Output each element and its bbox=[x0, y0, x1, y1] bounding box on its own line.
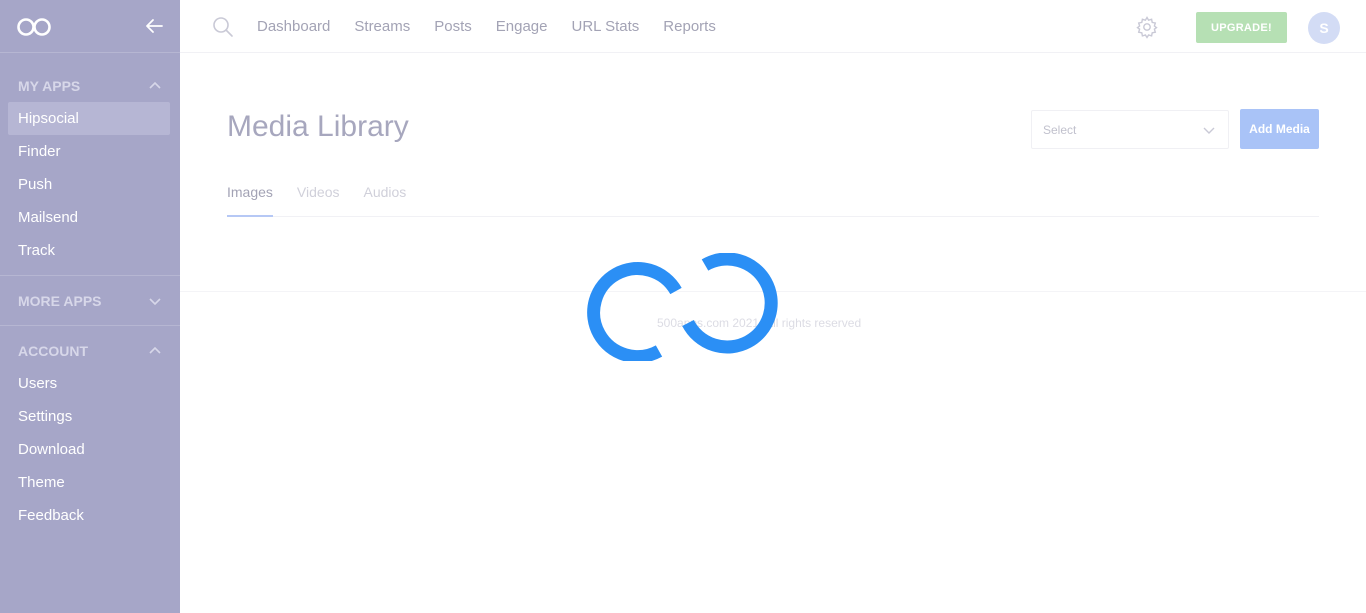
top-bar: Dashboard Streams Posts Engage URL Stats… bbox=[180, 0, 1366, 53]
chevron-up-icon bbox=[149, 81, 161, 89]
nav-engage[interactable]: Engage bbox=[496, 18, 548, 35]
sidebar-item-finder[interactable]: Finder bbox=[8, 135, 170, 168]
nav-url-stats[interactable]: URL Stats bbox=[571, 18, 639, 35]
section-more-apps[interactable]: MORE APPS bbox=[0, 284, 180, 317]
chevron-down-icon bbox=[149, 297, 161, 305]
nav-reports[interactable]: Reports bbox=[663, 18, 716, 35]
sidebar-divider bbox=[0, 325, 180, 326]
section-my-apps[interactable]: MY APPS bbox=[0, 69, 180, 102]
sidebar-item-download[interactable]: Download bbox=[8, 433, 170, 466]
sidebar-item-users[interactable]: Users bbox=[8, 367, 170, 400]
chevron-down-icon bbox=[1203, 127, 1215, 134]
avatar[interactable]: S bbox=[1308, 12, 1340, 44]
select-placeholder: Select bbox=[1043, 122, 1077, 137]
tab-images[interactable]: Images bbox=[227, 176, 273, 217]
sidebar-item-mailsend[interactable]: Mailsend bbox=[8, 201, 170, 234]
sidebar: MY APPS Hipsocial Finder Push Mailsend T… bbox=[0, 0, 180, 613]
section-more-apps-label: MORE APPS bbox=[18, 292, 102, 309]
infinity-spinner-icon bbox=[587, 253, 778, 361]
tab-audios[interactable]: Audios bbox=[363, 176, 406, 217]
app-root: MY APPS Hipsocial Finder Push Mailsend T… bbox=[0, 0, 1366, 613]
sidebar-item-feedback[interactable]: Feedback bbox=[8, 499, 170, 532]
page-title: Media Library bbox=[227, 110, 409, 143]
sidebar-item-hipsocial[interactable]: Hipsocial bbox=[8, 102, 170, 135]
media-tabs: Images Videos Audios bbox=[227, 176, 1319, 217]
infinity-logo-icon[interactable] bbox=[16, 17, 52, 37]
tab-videos[interactable]: Videos bbox=[297, 176, 340, 217]
search-icon[interactable] bbox=[212, 16, 234, 38]
sidebar-item-theme[interactable]: Theme bbox=[8, 466, 170, 499]
nav-posts[interactable]: Posts bbox=[434, 18, 472, 35]
add-media-button[interactable]: Add Media bbox=[1240, 109, 1319, 149]
media-select-dropdown[interactable]: Select bbox=[1031, 110, 1229, 149]
sidebar-divider bbox=[0, 275, 180, 276]
section-account-label: ACCOUNT bbox=[18, 342, 88, 359]
arrow-left-icon[interactable] bbox=[143, 15, 165, 37]
sidebar-item-track[interactable]: Track bbox=[8, 234, 170, 267]
nav-streams[interactable]: Streams bbox=[354, 18, 410, 35]
top-nav: Dashboard Streams Posts Engage URL Stats… bbox=[257, 0, 740, 53]
sidebar-item-push[interactable]: Push bbox=[8, 168, 170, 201]
gear-icon[interactable] bbox=[1135, 15, 1159, 39]
upgrade-button[interactable]: UPGRADE! bbox=[1196, 12, 1287, 43]
section-my-apps-label: MY APPS bbox=[18, 77, 81, 94]
nav-dashboard[interactable]: Dashboard bbox=[257, 18, 330, 35]
section-account[interactable]: ACCOUNT bbox=[0, 334, 180, 367]
chevron-up-icon bbox=[149, 346, 161, 354]
sidebar-item-settings[interactable]: Settings bbox=[8, 400, 170, 433]
sidebar-header bbox=[0, 0, 180, 53]
